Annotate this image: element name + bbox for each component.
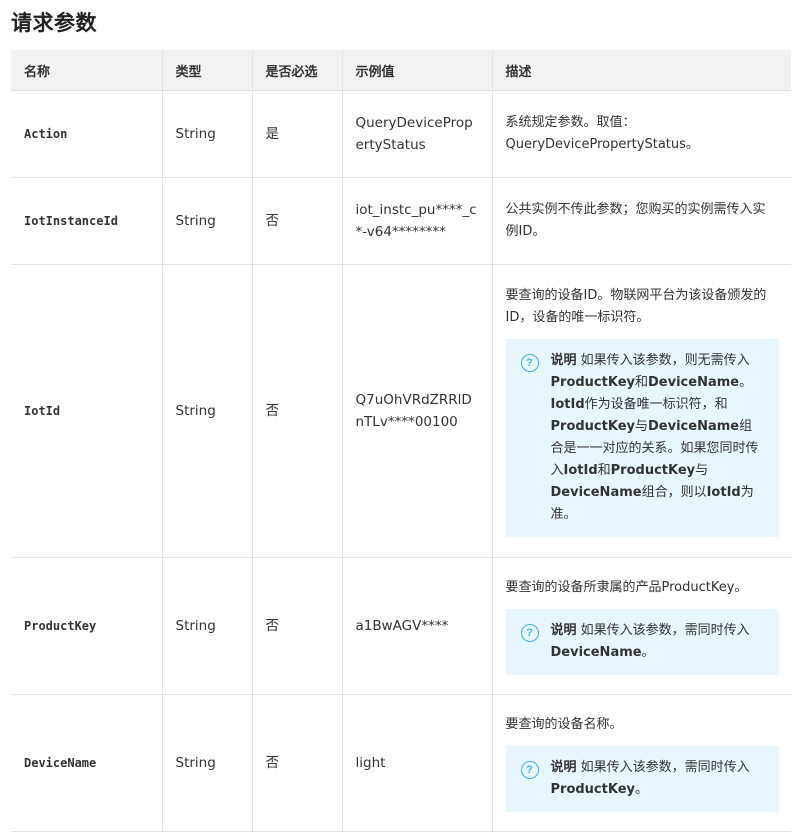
table-row: DeviceName String 否 light 要查询的设备名称。 ? 说明… (11, 694, 791, 832)
note-text: 说明 如果传入该参数，需同时传入ProductKey。 (550, 760, 750, 797)
param-required: 否 (252, 694, 343, 832)
note-keyword: ProductKey (550, 782, 636, 797)
param-required: 否 (252, 264, 343, 558)
param-type: String (162, 90, 253, 178)
param-description: 公共实例不传此参数；您购买的实例需传入实例ID。 (492, 177, 791, 265)
note-text: 说明 如果传入该参数，需同时传入DeviceName。 (550, 623, 750, 660)
example-text: light (355, 755, 386, 771)
param-example: iot_instc_pu****_c*-v64******** (342, 177, 493, 265)
description-text: 要查询的设备ID。物联网平台为该设备颁发的ID，设备的唯一标识符。 (505, 288, 767, 325)
table-row: ProductKey String 否 a1BwAGV**** 要查询的设备所隶… (11, 557, 791, 695)
table-row: Action String 是 QueryDevicePropertyStatu… (11, 90, 791, 178)
example-text: QueryDevicePropertyStatus (355, 115, 473, 153)
param-type: String (162, 264, 253, 558)
note-keyword: DeviceName (550, 485, 642, 500)
note-keyword: ProductKey (550, 375, 636, 390)
table-row: IotInstanceId String 否 iot_instc_pu****_… (11, 177, 791, 265)
note-keyword: IotId (550, 397, 585, 412)
param-name: IotId (11, 264, 163, 558)
note-keyword: DeviceName (648, 375, 740, 390)
param-example: QueryDevicePropertyStatus (342, 90, 493, 178)
param-required: 否 (252, 557, 343, 695)
description-text: 要查询的设备名称。 (505, 717, 623, 732)
question-circle-icon: ? (520, 354, 539, 372)
column-header-name: 名称 (11, 50, 163, 91)
note-text: 说明 如果传入该参数，则无需传入ProductKey和DeviceName。Io… (550, 353, 759, 522)
param-example: light (342, 694, 493, 832)
page-title: 请求参数 (11, 11, 97, 35)
example-text: a1BwAGV**** (355, 618, 449, 634)
param-example: a1BwAGV**** (342, 557, 493, 695)
param-required: 是 (252, 90, 343, 178)
column-header-description: 描述 (492, 50, 791, 91)
note-keyword: DeviceName (648, 419, 740, 434)
column-header-type: 类型 (162, 50, 253, 91)
note-keyword: ProductKey (610, 463, 696, 478)
column-header-example: 示例值 (342, 50, 493, 91)
param-description: 要查询的设备所隶属的产品ProductKey。 ? 说明 如果传入该参数，需同时… (492, 557, 791, 695)
example-text: Q7uOhVRdZRRlDnTLv****00100 (355, 392, 472, 430)
column-header-required: 是否必选 (252, 50, 343, 91)
param-description: 要查询的设备名称。 ? 说明 如果传入该参数，需同时传入ProductKey。 (492, 694, 791, 832)
note-label: 说明 (550, 353, 577, 368)
question-circle-icon: ? (520, 761, 539, 779)
param-example: Q7uOhVRdZRRlDnTLv****00100 (342, 264, 493, 558)
table-row: IotId String 否 Q7uOhVRdZRRlDnTLv****0010… (11, 264, 791, 558)
param-name: IotInstanceId (11, 177, 163, 265)
param-description: 要查询的设备ID。物联网平台为该设备颁发的ID，设备的唯一标识符。 ? 说明 如… (492, 264, 791, 558)
param-type: String (162, 177, 253, 265)
note-label: 说明 (550, 623, 577, 638)
note-keyword: ProductKey (550, 419, 636, 434)
note-keyword: DeviceName (550, 645, 642, 660)
param-name: ProductKey (11, 557, 163, 695)
description-text: 要查询的设备所隶属的产品ProductKey。 (505, 580, 748, 595)
note-box: ? 说明 如果传入该参数，需同时传入DeviceName。 (505, 609, 779, 675)
table-header-row: 名称 类型 是否必选 示例值 描述 (11, 50, 791, 91)
param-required: 否 (252, 177, 343, 265)
note-label: 说明 (550, 760, 577, 775)
example-text: iot_instc_pu****_c*-v64******** (355, 202, 477, 240)
param-type: String (162, 694, 253, 832)
question-circle-icon: ? (520, 624, 539, 642)
param-name: DeviceName (11, 694, 163, 832)
note-box: ? 说明 如果传入该参数，需同时传入ProductKey。 (505, 746, 779, 812)
note-keyword: IotId (563, 463, 598, 478)
param-name: Action (11, 90, 163, 178)
param-type: String (162, 557, 253, 695)
note-keyword: IotId (706, 485, 741, 500)
note-box: ? 说明 如果传入该参数，则无需传入ProductKey和DeviceName。… (505, 339, 779, 537)
description-text: 公共实例不传此参数；您购买的实例需传入实例ID。 (505, 202, 766, 239)
request-params-table: 名称 类型 是否必选 示例值 描述 Action String 是 QueryD… (11, 50, 791, 832)
description-text: 系统规定参数。取值：QueryDevicePropertyStatus。 (505, 115, 699, 152)
param-description: 系统规定参数。取值：QueryDevicePropertyStatus。 (492, 90, 791, 178)
